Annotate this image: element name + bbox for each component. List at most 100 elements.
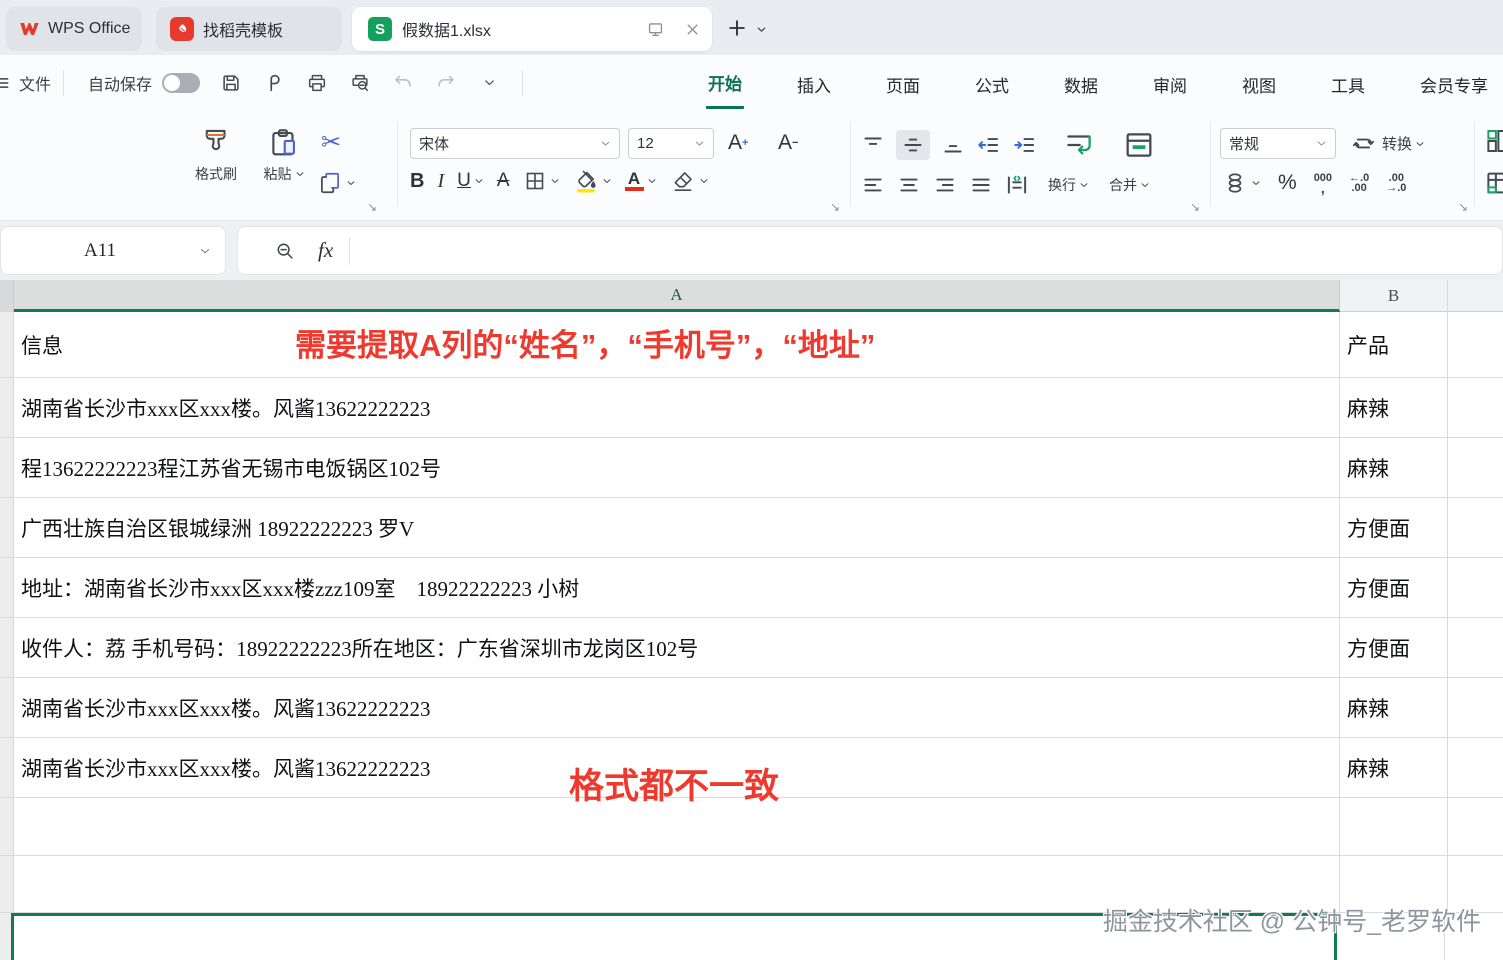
cell-b8[interactable]: 麻辣 xyxy=(1340,738,1448,797)
align-justify-button[interactable] xyxy=(968,170,994,200)
merge-cells-button[interactable]: 合并 xyxy=(1109,175,1150,195)
cell-c8[interactable] xyxy=(1448,738,1503,797)
file-menu[interactable]: 文件 xyxy=(19,71,51,95)
tab-wps-home[interactable]: WPS Office xyxy=(6,7,142,51)
cell-a4[interactable]: 广西壮族自治区银城绿洲 18922222223 罗V xyxy=(14,498,1340,557)
format-painter-button[interactable]: 格式刷 xyxy=(183,126,249,184)
font-dialog-launcher-icon[interactable]: ↘ xyxy=(830,200,840,214)
new-tab-icon[interactable] xyxy=(726,17,748,39)
decrease-decimal-button[interactable]: ←.0.00 xyxy=(1349,173,1369,194)
clipboard-dialog-launcher-icon[interactable]: ↘ xyxy=(367,200,377,214)
cell-b6[interactable]: 方便面 xyxy=(1340,618,1448,677)
cell-c6[interactable] xyxy=(1448,618,1503,677)
row-header-stub[interactable] xyxy=(0,856,14,912)
font-size-select[interactable]: 12 xyxy=(628,128,714,159)
align-middle-button[interactable] xyxy=(896,130,930,160)
number-dialog-launcher-icon[interactable]: ↘ xyxy=(1458,200,1468,214)
cell-b3[interactable]: 麻辣 xyxy=(1340,438,1448,497)
cell-b1[interactable]: 产品 xyxy=(1340,312,1448,377)
align-top-button[interactable] xyxy=(860,130,886,160)
cell-a10[interactable] xyxy=(14,856,1340,912)
italic-button[interactable]: I xyxy=(437,170,444,193)
select-all-corner[interactable] xyxy=(0,280,14,312)
zoom-search-icon[interactable] xyxy=(274,240,296,262)
cell-a11-selected[interactable] xyxy=(11,913,1337,960)
tab-tools[interactable]: 工具 xyxy=(1329,58,1367,108)
cell-c10[interactable] xyxy=(1448,856,1503,912)
cell-c3[interactable] xyxy=(1448,438,1503,497)
cell-c2[interactable] xyxy=(1448,378,1503,437)
print-preview-icon[interactable] xyxy=(347,70,373,96)
cell-c7[interactable] xyxy=(1448,678,1503,737)
cell-b9[interactable] xyxy=(1340,798,1448,855)
save-icon[interactable] xyxy=(218,70,244,96)
redo-icon[interactable] xyxy=(433,70,459,96)
main-menu-icon[interactable] xyxy=(0,73,11,93)
cell-c1[interactable] xyxy=(1448,312,1503,377)
column-header-b[interactable]: B xyxy=(1340,280,1448,312)
cell-c9[interactable] xyxy=(1448,798,1503,855)
cell-c4[interactable] xyxy=(1448,498,1503,557)
cut-button[interactable]: ✂ xyxy=(321,128,341,157)
fill-color-button[interactable] xyxy=(573,168,612,194)
cell-a7[interactable]: 湖南省长沙市xxx区xxx楼。风酱13622222223 xyxy=(14,678,1340,737)
chevron-down-icon[interactable] xyxy=(199,245,211,257)
align-center-button[interactable] xyxy=(896,170,922,200)
print-icon[interactable] xyxy=(304,70,330,96)
tab-member[interactable]: 会员专享 xyxy=(1418,58,1490,108)
row-header-stub[interactable] xyxy=(0,378,14,437)
strikethrough-button[interactable]: A xyxy=(497,170,510,192)
borders-button[interactable] xyxy=(523,169,560,193)
more-commands-chevron-icon[interactable] xyxy=(476,70,502,96)
row-header-stub[interactable] xyxy=(0,312,14,377)
cell-a5[interactable]: 地址：湖南省长沙市xxx区xxx楼zzz109室 18922222223 小树 xyxy=(14,558,1340,617)
row-header-stub[interactable] xyxy=(0,438,14,497)
percent-style-button[interactable]: % xyxy=(1278,171,1297,195)
tab-data[interactable]: 数据 xyxy=(1062,58,1100,108)
cell-b10[interactable] xyxy=(1340,856,1448,912)
wrap-text-icon-button[interactable] xyxy=(1062,130,1096,160)
number-format-select[interactable]: 常规 xyxy=(1220,128,1336,159)
cell-c11[interactable] xyxy=(1445,913,1503,960)
new-tab-chevron-icon[interactable] xyxy=(756,24,767,35)
align-bottom-button[interactable] xyxy=(940,130,966,160)
tab-formula[interactable]: 公式 xyxy=(973,58,1011,108)
table-style-icon[interactable] xyxy=(1484,168,1503,198)
insert-function-icon[interactable]: fx xyxy=(318,238,333,263)
autosave-toggle[interactable] xyxy=(162,72,201,93)
underline-button[interactable]: U xyxy=(457,170,484,192)
convert-button[interactable]: 转换 xyxy=(1350,130,1425,157)
increase-indent-button[interactable] xyxy=(1012,130,1038,160)
formula-input-panel[interactable]: fx xyxy=(237,226,1503,275)
row-header-stub[interactable] xyxy=(0,558,14,617)
increase-decimal-button[interactable]: .00 →.0 xyxy=(1386,173,1406,194)
cell-a9[interactable] xyxy=(14,798,1340,855)
row-header-stub[interactable] xyxy=(0,618,14,677)
cell-c5[interactable] xyxy=(1448,558,1503,617)
paste-button[interactable]: 粘贴 xyxy=(251,126,317,184)
cell-b4[interactable]: 方便面 xyxy=(1340,498,1448,557)
row-header-stub[interactable] xyxy=(0,498,14,557)
share-to-screen-icon[interactable] xyxy=(646,20,665,39)
row-header-stub[interactable] xyxy=(0,738,14,797)
tab-page[interactable]: 页面 xyxy=(884,58,922,108)
decrease-font-size-button[interactable]: A − xyxy=(778,128,798,158)
distributed-align-button[interactable] xyxy=(1004,170,1030,200)
row-header-stub[interactable] xyxy=(0,678,14,737)
tab-docer-templates[interactable]: 找稻壳模板 xyxy=(156,7,342,51)
merge-cells-icon-button[interactable] xyxy=(1122,130,1156,160)
decrease-indent-button[interactable] xyxy=(976,130,1002,160)
clear-format-button[interactable] xyxy=(670,168,709,194)
alignment-dialog-launcher-icon[interactable]: ↘ xyxy=(1190,200,1200,214)
copy-button[interactable] xyxy=(317,170,356,196)
close-tab-icon[interactable] xyxy=(685,22,700,37)
freeze-panes-icon[interactable] xyxy=(1484,126,1503,156)
thousands-separator-button[interactable]: 000, xyxy=(1314,173,1332,196)
font-color-button[interactable]: A xyxy=(624,170,657,191)
tab-review[interactable]: 审阅 xyxy=(1151,58,1189,108)
cell-b2[interactable]: 麻辣 xyxy=(1340,378,1448,437)
cell-a6[interactable]: 收件人：荔 手机号码：18922222223所在地区：广东省深圳市龙岗区102号 xyxy=(14,618,1340,677)
currency-style-button[interactable] xyxy=(1222,170,1261,196)
export-pdf-icon[interactable] xyxy=(261,70,287,96)
tab-insert[interactable]: 插入 xyxy=(795,58,833,108)
